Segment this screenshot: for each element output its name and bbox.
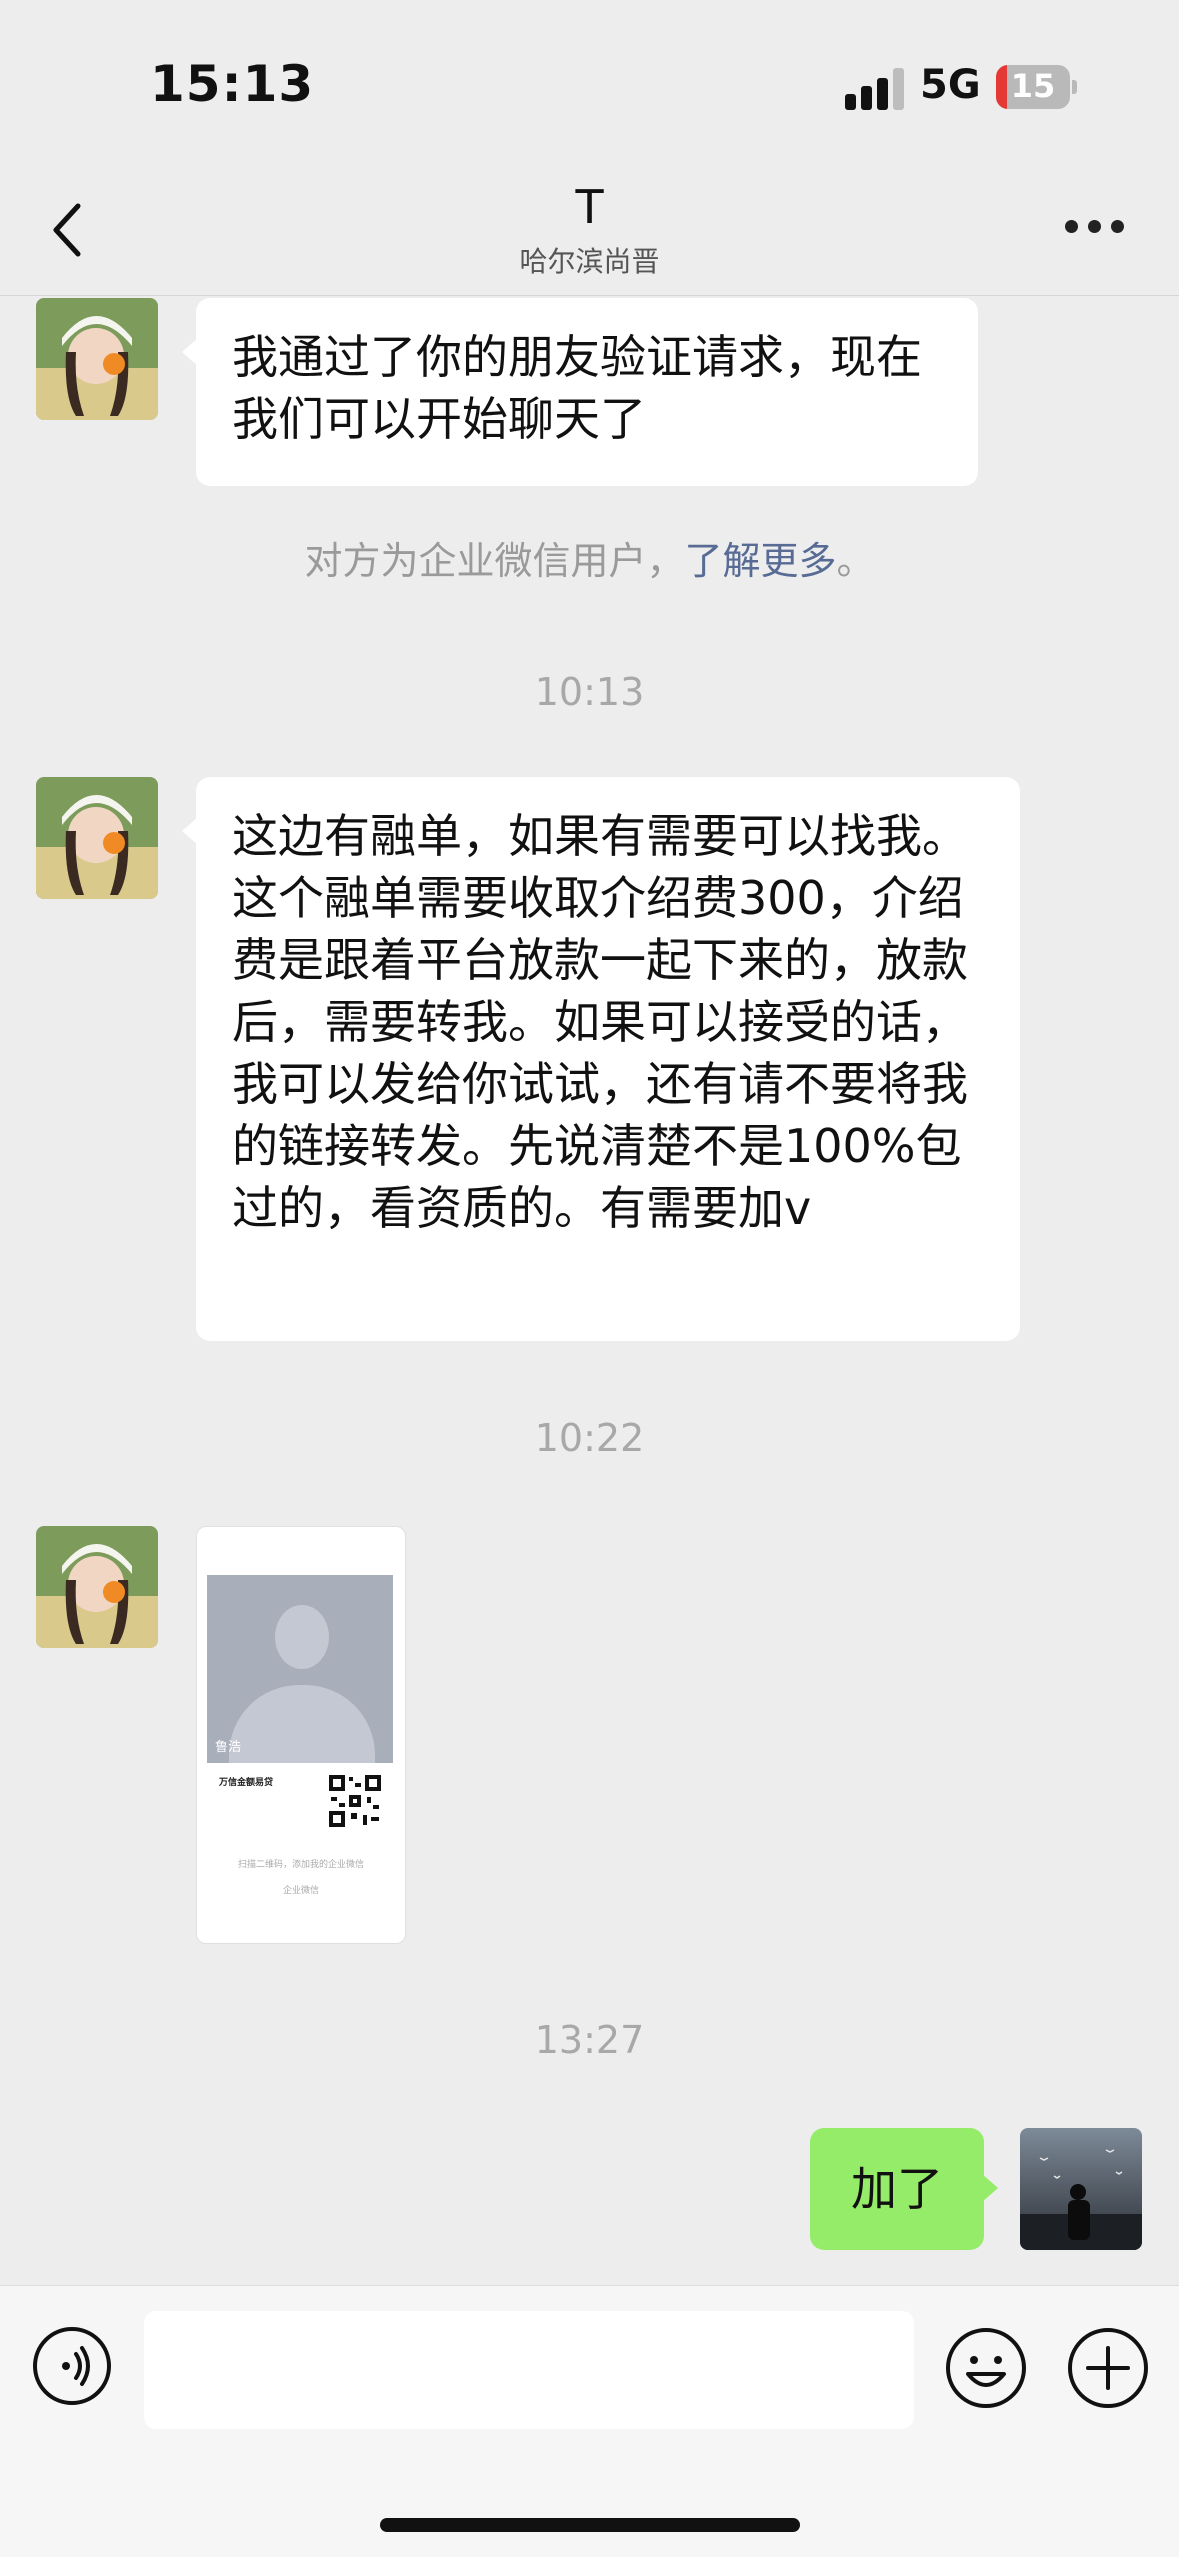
my-avatar[interactable] <box>1020 2128 1142 2250</box>
message-text: 我通过了你的朋友验证请求，现在我们可以开始聊天了 <box>232 330 922 446</box>
qr-code-icon <box>327 1773 383 1829</box>
contact-avatar[interactable] <box>36 777 158 899</box>
card-photo: 鲁浩 <box>207 1575 393 1763</box>
contact-card-image[interactable]: 鲁浩 万信金额易贷 扫描二维码，添加我的企业微信 企业微信 <box>196 1526 406 1944</box>
message-bubble[interactable]: 我通过了你的朋友验证请求，现在我们可以开始聊天了 <box>182 298 978 486</box>
status-time: 15:13 <box>150 55 315 113</box>
card-watermark: 企业微信 <box>282 1886 319 1896</box>
home-indicator <box>380 2518 800 2532</box>
system-notice-text: 对方为企业微信用户， <box>304 539 685 583</box>
timestamp: 10:13 <box>534 670 645 714</box>
chat-header: T 哈尔滨尚晋 <box>0 170 1179 296</box>
battery-icon: 15 <box>996 65 1077 109</box>
card-info: 万信金额易贷 <box>207 1765 393 1843</box>
input-bar <box>0 2285 1179 2557</box>
system-notice-end: 。 <box>836 539 875 583</box>
chat-title: T <box>575 180 604 234</box>
card-org: 万信金额易贷 <box>219 1778 274 1788</box>
contact-avatar[interactable] <box>36 298 158 420</box>
voice-icon[interactable] <box>32 2326 112 2406</box>
message-text: 这边有融单，如果有需要可以找我。这个融单需要收取介绍费300，介绍费是跟着平台放… <box>232 809 968 1235</box>
signal-icon <box>845 68 905 110</box>
chat-subtitle: 哈尔滨尚晋 <box>519 245 660 278</box>
ellipsis-icon <box>1065 220 1078 233</box>
network-type: 5G <box>920 62 981 108</box>
message-text: 加了 <box>851 2162 943 2216</box>
message-bubble[interactable]: 这边有融单，如果有需要可以找我。这个融单需要收取介绍费300，介绍费是跟着平台放… <box>182 777 1020 1341</box>
message-input[interactable] <box>144 2311 914 2429</box>
emoji-icon[interactable] <box>944 2326 1028 2410</box>
timestamp: 13:27 <box>534 2018 645 2062</box>
card-hint: 扫描二维码，添加我的企业微信 <box>237 1860 364 1870</box>
battery-level: 15 <box>1010 67 1056 105</box>
plus-icon[interactable] <box>1066 2326 1150 2410</box>
contact-avatar[interactable] <box>36 1526 158 1648</box>
card-name: 鲁浩 <box>215 1740 242 1755</box>
my-message-bubble[interactable]: 加了 <box>810 2128 998 2250</box>
more-button[interactable] <box>1065 220 1125 236</box>
status-bar: 15:13 5G 15 <box>0 0 1179 170</box>
system-notice: 对方为企业微信用户，了解更多。 <box>0 530 1179 585</box>
timestamp: 10:22 <box>534 1416 645 1460</box>
learn-more-link[interactable]: 了解更多 <box>684 539 836 583</box>
